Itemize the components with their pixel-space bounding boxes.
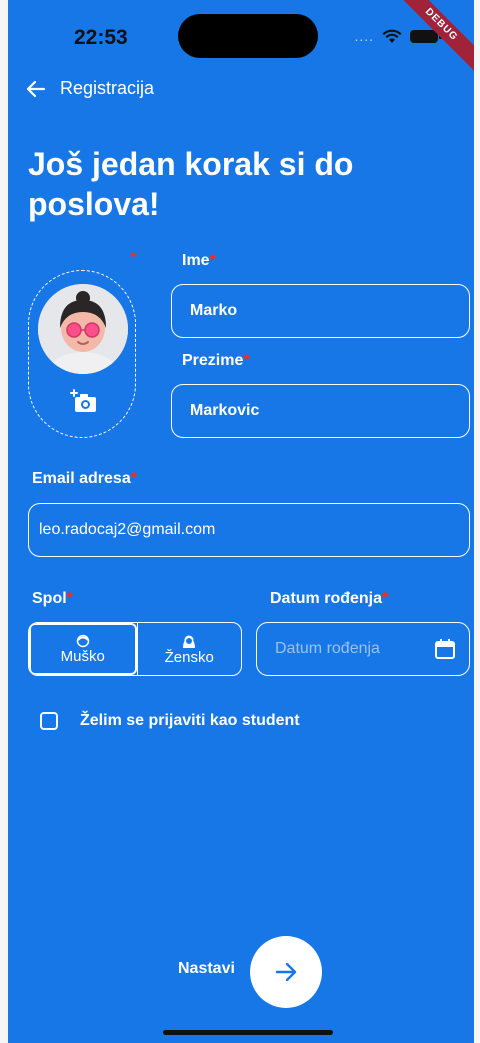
last-name-field[interactable]: Markovic — [171, 384, 470, 438]
required-mark: * — [243, 352, 250, 369]
last-name-label-text: Prezime — [182, 352, 244, 369]
gender-selector: Muško Žensko — [28, 622, 242, 676]
first-name-value: Marko — [190, 302, 238, 319]
next-button[interactable] — [250, 936, 322, 1008]
email-label-text: Email adresa — [32, 470, 131, 487]
email-field[interactable]: leo.radocaj2@gmail.com — [28, 503, 470, 557]
student-checkbox-row[interactable]: Želim se prijaviti kao student — [40, 712, 300, 730]
first-name-field[interactable]: Marko — [171, 284, 470, 338]
student-checkbox[interactable] — [40, 712, 58, 730]
required-mark: * — [66, 590, 73, 607]
registration-screen: 22:53 .... DEBUG Registracija Još jedan … — [8, 0, 474, 1043]
birth-date-field[interactable]: Datum rođenja — [256, 622, 470, 676]
gender-label-text: Spol — [32, 590, 67, 607]
top-nav: Registracija — [26, 78, 154, 99]
required-mark: * — [382, 590, 389, 607]
male-face-icon — [76, 634, 89, 647]
student-checkbox-label: Želim se prijaviti kao student — [80, 712, 300, 729]
wifi-icon — [382, 29, 402, 43]
signal-dots: .... — [354, 28, 374, 44]
dynamic-island — [178, 14, 318, 58]
gender-option-male-label: Muško — [60, 647, 105, 665]
add-photo-camera-icon[interactable] — [70, 388, 98, 414]
gender-option-female[interactable]: Žensko — [136, 623, 242, 675]
email-label: Email adresa* — [32, 470, 137, 488]
required-mark: * — [130, 470, 137, 487]
first-name-label: Ime* — [182, 252, 216, 270]
gender-label: Spol* — [32, 590, 73, 608]
avatar-illustration — [38, 284, 128, 374]
arrow-right-icon — [275, 962, 297, 982]
home-indicator — [163, 1030, 333, 1035]
avatar-required-mark: * — [130, 250, 137, 267]
arrow-left-icon[interactable] — [26, 79, 46, 99]
avatar[interactable] — [38, 284, 128, 374]
status-icons: .... — [354, 28, 442, 44]
gender-option-female-label: Žensko — [164, 648, 214, 666]
next-label: Nastavi — [178, 960, 235, 977]
birth-date-label: Datum rođenja* — [270, 590, 388, 608]
birth-date-placeholder: Datum rođenja — [275, 640, 380, 657]
gender-option-male[interactable]: Muško — [29, 623, 137, 675]
birth-date-label-text: Datum rođenja — [270, 590, 383, 607]
status-time: 22:53 — [74, 26, 128, 49]
last-name-value: Markovic — [190, 402, 260, 419]
calendar-icon[interactable] — [433, 637, 457, 661]
last-name-label: Prezime* — [182, 352, 250, 370]
required-mark: * — [209, 252, 216, 269]
female-face-icon — [183, 635, 196, 648]
first-name-label-text: Ime — [182, 252, 210, 269]
page-title: Još jedan korak si do poslova! — [28, 146, 354, 222]
email-value: leo.radocaj2@gmail.com — [39, 521, 216, 538]
nav-title: Registracija — [60, 78, 155, 98]
